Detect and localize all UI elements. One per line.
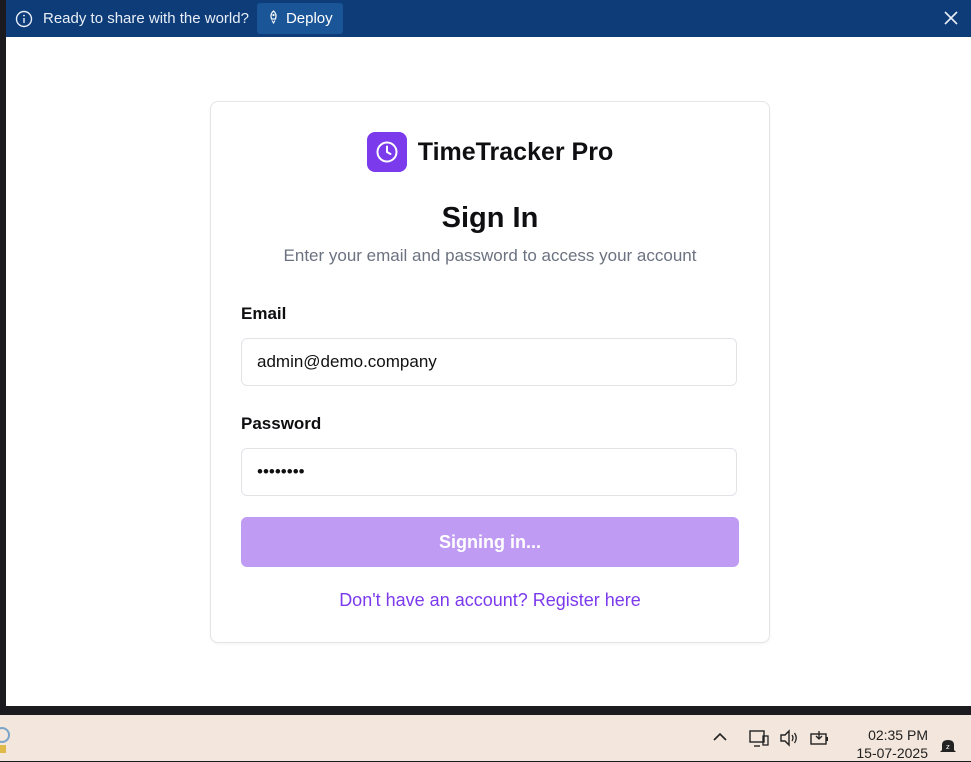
volume-icon[interactable] xyxy=(778,727,800,749)
clock-date: 15-07-2025 xyxy=(856,745,928,761)
password-label: Password xyxy=(241,414,322,433)
rocket-icon xyxy=(267,9,280,28)
clock-time: 02:35 PM xyxy=(868,727,928,743)
brand-header: TimeTracker Pro xyxy=(211,132,769,172)
display-icon[interactable] xyxy=(748,727,770,749)
svg-text:z: z xyxy=(946,743,950,751)
banner-message: Ready to share with the world? xyxy=(43,10,249,27)
notification-icon[interactable]: z xyxy=(937,735,959,757)
page-title: Sign In xyxy=(441,202,539,234)
chevron-up-icon[interactable] xyxy=(710,727,730,747)
email-field[interactable] xyxy=(241,338,737,386)
register-link[interactable]: Don't have an account? Register here xyxy=(211,590,769,611)
taskbar: 02:35 PM 15-07-2025 z xyxy=(0,715,971,761)
battery-icon[interactable] xyxy=(808,727,830,749)
password-field[interactable] xyxy=(241,448,737,496)
close-icon[interactable] xyxy=(943,10,959,26)
email-label: Email xyxy=(241,304,287,323)
app-name: TimeTracker Pro xyxy=(417,137,614,166)
deploy-label: Deploy xyxy=(285,10,333,27)
info-icon xyxy=(15,10,33,28)
deploy-banner: Ready to share with the world? Deploy xyxy=(6,0,971,37)
deploy-button[interactable]: Deploy xyxy=(256,3,343,34)
signin-button[interactable]: Signing in... xyxy=(241,517,739,567)
search-icon[interactable] xyxy=(0,723,12,753)
browser-viewport: Ready to share with the world? Deploy Ti… xyxy=(6,0,971,706)
page-subtitle: Enter your email and password to access … xyxy=(283,246,697,265)
signin-card: TimeTracker Pro Sign In Enter your email… xyxy=(210,101,770,643)
clock-icon xyxy=(366,132,407,172)
taskbar-clock[interactable]: 02:35 PM 15-07-2025 xyxy=(848,726,928,762)
